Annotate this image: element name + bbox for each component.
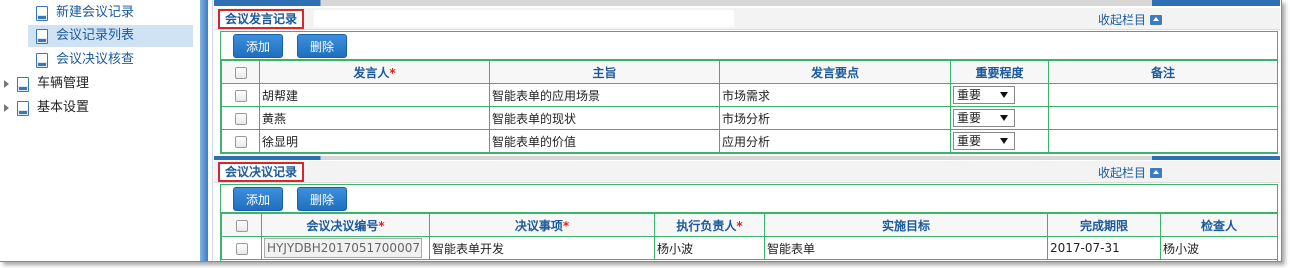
row-checkbox[interactable] bbox=[234, 89, 247, 102]
owner-cell[interactable]: 杨小波 bbox=[654, 236, 765, 260]
table-row: 胡帮建 智能表单的应用场景 市场需求 重要 bbox=[221, 83, 1278, 107]
importance-cell: 重要 bbox=[950, 129, 1049, 153]
section-separator-strip bbox=[214, 156, 1280, 160]
sidebar-item-label: 会议记录列表 bbox=[56, 28, 135, 43]
remark-cell[interactable] bbox=[1048, 129, 1278, 153]
column-header-owner: 执行负责人* bbox=[654, 213, 765, 237]
matter-cell[interactable]: 智能表单开发 bbox=[429, 236, 655, 260]
main-content: 会议发言记录 收起栏目 添加 删除 发言人* 主旨 发言要点 重要程度 备注 胡… bbox=[214, 0, 1280, 261]
window-frame: 新建会议记录 会议记录列表 会议决议核查 车辆管理 基本设置 会议发言记录 收起… bbox=[0, 0, 1282, 262]
speaker-cell[interactable]: 黄燕 bbox=[259, 106, 490, 130]
topic-cell[interactable]: 智能表单的现状 bbox=[489, 106, 720, 130]
speech-section-header: 会议发言记录 收起栏目 bbox=[214, 8, 1280, 30]
row-select-cell[interactable] bbox=[221, 83, 260, 107]
column-header-checker: 检查人 bbox=[1160, 213, 1278, 237]
row-checkbox[interactable] bbox=[235, 242, 248, 255]
document-icon bbox=[36, 28, 48, 44]
select-all-checkbox[interactable] bbox=[234, 66, 247, 79]
column-header-speaker: 发言人* bbox=[259, 60, 490, 84]
importance-select[interactable]: 重要 bbox=[953, 109, 1015, 127]
divider bbox=[212, 0, 213, 261]
document-icon bbox=[36, 52, 48, 68]
speech-records-panel: 添加 删除 发言人* 主旨 发言要点 重要程度 备注 胡帮建 智能表单的应用场景… bbox=[220, 31, 1278, 154]
table-header-row: 会议决议编号* 决议事项* 执行负责人* 实施目标 完成期限 检查人 bbox=[221, 213, 1278, 237]
importance-select[interactable]: 重要 bbox=[953, 86, 1015, 104]
header-fill bbox=[314, 10, 734, 27]
section-title: 会议决议记录 bbox=[218, 162, 305, 182]
select-all-cell[interactable] bbox=[221, 213, 262, 237]
document-icon bbox=[36, 5, 48, 21]
add-resolution-button[interactable]: 添加 bbox=[233, 187, 283, 211]
column-header-deadline: 完成期限 bbox=[1047, 213, 1161, 237]
sidebar-item-meeting-list[interactable]: 会议记录列表 bbox=[28, 25, 193, 47]
importance-select[interactable]: 重要 bbox=[953, 132, 1015, 150]
speaker-cell[interactable]: 徐显明 bbox=[259, 129, 490, 153]
importance-cell: 重要 bbox=[950, 106, 1049, 130]
expand-arrow-icon[interactable] bbox=[4, 104, 9, 112]
sidebar-item-resolution-check[interactable]: 会议决议核查 bbox=[36, 49, 134, 71]
section-title: 会议发言记录 bbox=[218, 9, 305, 29]
sidebar-item-new-meeting[interactable]: 新建会议记录 bbox=[36, 2, 134, 24]
speech-toolbar: 添加 删除 bbox=[221, 32, 1277, 60]
document-icon bbox=[17, 100, 29, 116]
column-header-topic: 主旨 bbox=[489, 60, 720, 84]
target-cell[interactable]: 智能表单 bbox=[764, 236, 1048, 260]
topic-cell[interactable]: 智能表单的应用场景 bbox=[489, 83, 720, 107]
speaker-cell[interactable]: 胡帮建 bbox=[259, 83, 490, 107]
collapse-label: 收起栏目 bbox=[1097, 13, 1146, 27]
row-checkbox[interactable] bbox=[234, 112, 247, 125]
document-icon bbox=[17, 76, 29, 92]
collapse-up-icon bbox=[1150, 14, 1162, 25]
topic-cell[interactable]: 智能表单的价值 bbox=[489, 129, 720, 153]
delete-resolution-button[interactable]: 删除 bbox=[297, 187, 347, 211]
points-cell[interactable]: 市场需求 bbox=[719, 83, 951, 107]
deadline-cell[interactable]: 2017-07-31 bbox=[1047, 236, 1161, 260]
sidebar-item-basic-settings[interactable]: 基本设置 bbox=[4, 97, 89, 119]
collapse-section-link[interactable]: 收起栏目 bbox=[1098, 11, 1162, 28]
sidebar-item-label: 车辆管理 bbox=[37, 76, 90, 91]
resolution-toolbar: 添加 删除 bbox=[221, 185, 1277, 213]
collapse-section-link[interactable]: 收起栏目 bbox=[1098, 164, 1162, 181]
row-select-cell[interactable] bbox=[221, 106, 260, 130]
table-header-row: 发言人* 主旨 发言要点 重要程度 备注 bbox=[221, 60, 1278, 84]
column-header-matter: 决议事项* bbox=[429, 213, 655, 237]
select-all-cell[interactable] bbox=[221, 60, 260, 84]
table-row: 徐显明 智能表单的价值 应用分析 重要 bbox=[221, 129, 1278, 153]
column-header-target: 实施目标 bbox=[764, 213, 1048, 237]
select-all-checkbox[interactable] bbox=[235, 219, 248, 232]
resolution-section-header: 会议决议记录 收起栏目 bbox=[214, 161, 1280, 183]
resolution-code-field[interactable]: HYJYDBH20170517000073 bbox=[264, 238, 422, 258]
sidebar-tree: 新建会议记录 会议记录列表 会议决议核查 车辆管理 基本设置 bbox=[0, 0, 198, 261]
points-cell[interactable]: 市场分析 bbox=[719, 106, 951, 130]
sidebar-item-label: 会议决议核查 bbox=[56, 52, 135, 67]
row-select-cell[interactable] bbox=[221, 236, 262, 260]
collapse-label: 收起栏目 bbox=[1097, 166, 1146, 180]
remark-cell[interactable] bbox=[1048, 106, 1278, 130]
collapse-up-icon bbox=[1150, 167, 1162, 178]
remark-cell[interactable] bbox=[1048, 83, 1278, 107]
resolution-records-panel: 添加 删除 会议决议编号* 决议事项* 执行负责人* 实施目标 完成期限 检查人… bbox=[220, 184, 1278, 261]
column-header-importance: 重要程度 bbox=[950, 60, 1049, 84]
column-header-resolution-code: 会议决议编号* bbox=[261, 213, 430, 237]
row-checkbox[interactable] bbox=[234, 135, 247, 148]
section-top-strip bbox=[214, 0, 1280, 6]
resolution-code-cell: HYJYDBH20170517000073 bbox=[261, 236, 430, 260]
column-header-points: 发言要点 bbox=[719, 60, 951, 84]
sidebar-item-label: 新建会议记录 bbox=[56, 5, 135, 20]
sidebar-item-vehicle-management[interactable]: 车辆管理 bbox=[4, 73, 89, 95]
importance-cell: 重要 bbox=[950, 83, 1049, 107]
add-speech-button[interactable]: 添加 bbox=[233, 34, 283, 58]
sidebar-item-label: 基本设置 bbox=[37, 100, 90, 115]
expand-arrow-icon[interactable] bbox=[4, 80, 9, 88]
points-cell[interactable]: 应用分析 bbox=[719, 129, 951, 153]
table-row: 黄燕 智能表单的现状 市场分析 重要 bbox=[221, 106, 1278, 130]
resolution-table: 会议决议编号* 决议事项* 执行负责人* 实施目标 完成期限 检查人 HYJYD… bbox=[221, 213, 1278, 260]
sidebar-splitter[interactable] bbox=[200, 0, 208, 261]
delete-speech-button[interactable]: 删除 bbox=[297, 34, 347, 58]
column-header-remark: 备注 bbox=[1048, 60, 1278, 84]
table-row: HYJYDBH20170517000073 智能表单开发 杨小波 智能表单 20… bbox=[221, 236, 1278, 260]
checker-cell[interactable]: 杨小波 bbox=[1160, 236, 1278, 260]
speech-table: 发言人* 主旨 发言要点 重要程度 备注 胡帮建 智能表单的应用场景 市场需求 … bbox=[221, 60, 1278, 153]
row-select-cell[interactable] bbox=[221, 129, 260, 153]
